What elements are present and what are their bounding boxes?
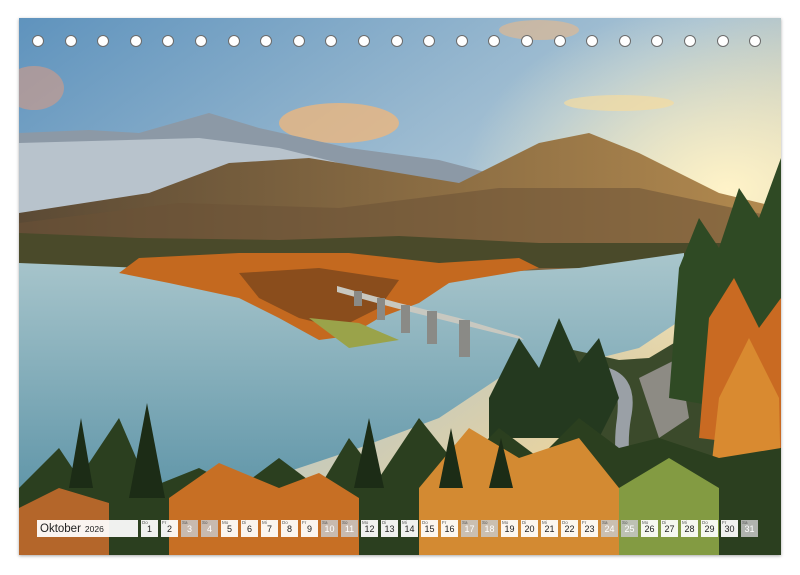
- calendar-day: Fr 16: [441, 520, 458, 537]
- calendar-day: Di 20: [521, 520, 538, 537]
- day-number: 23: [584, 524, 595, 534]
- day-number: 22: [564, 524, 575, 534]
- binding-hole: [651, 35, 664, 47]
- calendar-page: Oktober 2026 Do 1 Fr 2 Sa 3 So 4 Mo 5 Di 6 Mi 7 Do 8 Fr 9…: [0, 0, 800, 575]
- landscape-photo: [19, 18, 781, 555]
- calendar-day: Mo 5: [221, 520, 238, 537]
- calendar-day: So 25: [621, 520, 638, 537]
- calendar-day: Mi 28: [681, 520, 698, 537]
- lake-bridge-illustration: [19, 18, 781, 555]
- calendar-strip: Oktober 2026 Do 1 Fr 2 Sa 3 So 4 Mo 5 Di 6 Mi 7 Do 8 Fr 9…: [37, 520, 761, 537]
- binding-hole: [325, 35, 338, 47]
- binding-hole: [292, 35, 305, 47]
- calendar-day: Di 6: [241, 520, 258, 537]
- day-number: 9: [306, 524, 312, 534]
- day-number: 15: [424, 524, 435, 534]
- binding-hole: [423, 35, 436, 47]
- binding-hole: [358, 35, 370, 47]
- day-number: 5: [226, 524, 232, 534]
- day-number: 20: [524, 524, 535, 534]
- day-number: 1: [146, 524, 152, 534]
- calendar-day: Mo 19: [501, 520, 518, 537]
- day-number: 17: [464, 524, 475, 534]
- day-number: 30: [724, 524, 735, 534]
- calendar-day: Fr 9: [301, 520, 318, 537]
- binding-hole: [684, 35, 696, 47]
- binding-hole: [390, 35, 403, 47]
- calendar-day: So 4: [201, 520, 218, 537]
- calendar-day: Do 22: [561, 520, 578, 537]
- day-number: 19: [504, 524, 515, 534]
- binding-hole: [32, 35, 44, 47]
- day-number: 18: [484, 524, 495, 534]
- day-number: 24: [604, 524, 615, 534]
- binding-hole: [553, 35, 566, 47]
- binding-holes: [32, 35, 772, 51]
- day-number: 3: [186, 524, 192, 534]
- binding-hole: [195, 35, 207, 47]
- month-label: Oktober 2026: [37, 520, 138, 537]
- day-number: 4: [206, 524, 212, 534]
- binding-hole: [749, 35, 762, 47]
- binding-hole: [227, 35, 240, 47]
- calendar-day: Di 13: [381, 520, 398, 537]
- month-year: 2026: [84, 523, 104, 534]
- calendar-day: Mo 26: [641, 520, 658, 537]
- day-number: 26: [644, 524, 655, 534]
- binding-hole: [488, 35, 501, 47]
- day-number: 6: [246, 524, 252, 534]
- binding-hole: [162, 35, 175, 47]
- calendar-day: Sa 24: [601, 520, 618, 537]
- calendar-day: Di 27: [661, 520, 678, 537]
- calendar-day: Mo 12: [361, 520, 378, 537]
- day-number: 16: [444, 524, 455, 534]
- binding-hole: [586, 35, 599, 47]
- calendar-day: Fr 30: [721, 520, 738, 537]
- day-number: 7: [266, 524, 272, 534]
- day-number: 27: [664, 524, 675, 534]
- calendar-day: Fr 23: [581, 520, 598, 537]
- day-number: 13: [384, 524, 395, 534]
- calendar-day: Sa 3: [181, 520, 198, 537]
- calendar-day: Do 15: [421, 520, 438, 537]
- day-number: 28: [684, 524, 695, 534]
- binding-hole: [521, 35, 533, 47]
- calendar-day: Do 1: [141, 520, 158, 537]
- binding-hole: [716, 35, 729, 47]
- binding-hole: [64, 35, 77, 47]
- day-number: 2: [166, 524, 172, 534]
- calendar-day: Mi 7: [261, 520, 278, 537]
- binding-hole: [97, 35, 110, 47]
- month-name: Oktober: [40, 522, 81, 535]
- calendar-day: So 18: [481, 520, 498, 537]
- day-number: 31: [744, 524, 755, 534]
- calendar-day: Mi 14: [401, 520, 418, 537]
- calendar-day: Do 29: [701, 520, 718, 537]
- binding-hole: [455, 35, 468, 47]
- calendar-day: Sa 31: [741, 520, 758, 537]
- day-number: 29: [704, 524, 715, 534]
- day-number: 25: [624, 524, 635, 534]
- binding-hole: [260, 35, 273, 47]
- day-number: 21: [544, 524, 555, 534]
- day-number: 12: [364, 524, 375, 534]
- day-number: 10: [324, 524, 335, 534]
- binding-hole: [618, 35, 631, 47]
- binding-hole: [129, 35, 142, 47]
- day-number: 14: [404, 524, 415, 534]
- day-number: 8: [286, 524, 292, 534]
- calendar-day: Do 8: [281, 520, 298, 537]
- calendar-day: Fr 2: [161, 520, 178, 537]
- calendar-day: So 11: [341, 520, 358, 537]
- calendar-day: Mi 21: [541, 520, 558, 537]
- day-number: 11: [344, 524, 355, 534]
- calendar-day: Sa 10: [321, 520, 338, 537]
- calendar-day: Sa 17: [461, 520, 478, 537]
